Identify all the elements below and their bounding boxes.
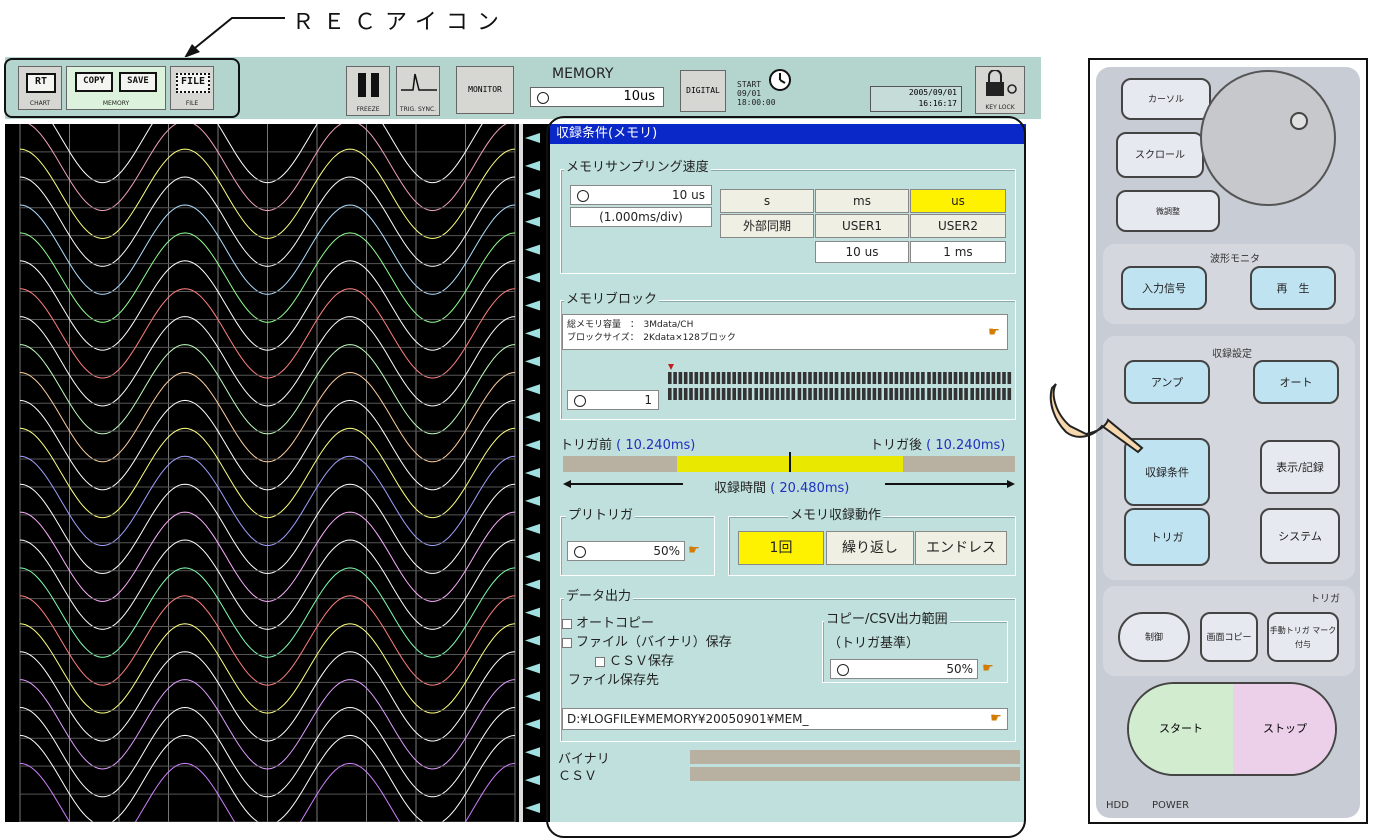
- freeze-button[interactable]: FREEZE: [346, 66, 390, 116]
- start-button[interactable]: スタート: [1129, 684, 1233, 774]
- channel-marker[interactable]: [525, 747, 540, 758]
- jog-dial[interactable]: [1200, 70, 1336, 206]
- trigger-button[interactable]: トリガ: [1124, 508, 1210, 566]
- scroll-button[interactable]: スクロール: [1116, 132, 1204, 178]
- channel-marker[interactable]: [525, 300, 540, 311]
- channel-marker[interactable]: [525, 328, 540, 339]
- freeze-caption: FREEZE: [356, 106, 380, 113]
- key-lock-button[interactable]: KEY LOCK: [975, 66, 1025, 114]
- start-time: 18:00:00: [737, 98, 776, 107]
- manual-trigger-button[interactable]: 手動トリガ マーク付与: [1267, 612, 1339, 662]
- callout-arrow-icon: [184, 17, 285, 58]
- channel-marker[interactable]: [525, 803, 540, 814]
- keylock-caption: KEY LOCK: [985, 104, 1015, 111]
- channel-marker[interactable]: [525, 160, 540, 171]
- channel-scale-bar: [519, 124, 523, 822]
- channel-marker[interactable]: [525, 412, 540, 423]
- channel-marker[interactable]: [525, 719, 540, 730]
- rec-icon-callout: ＲＥＣアイコン: [292, 10, 508, 35]
- system-button[interactable]: システム: [1260, 508, 1340, 564]
- memory-title: MEMORY: [552, 66, 614, 82]
- pause-icon: [358, 73, 366, 97]
- dial-icon: [537, 92, 549, 104]
- channel-marker[interactable]: [525, 356, 540, 367]
- auto-button[interactable]: オート: [1253, 360, 1339, 404]
- trig-sync-button[interactable]: TRIG. SYNC.: [396, 66, 440, 116]
- trig-caption: TRIG. SYNC.: [399, 106, 437, 113]
- fine-adjust-button[interactable]: 微調整: [1116, 190, 1220, 232]
- cursor-button[interactable]: カーソル: [1121, 78, 1211, 120]
- timer-clock-icon[interactable]: [767, 66, 793, 92]
- channel-marker[interactable]: [525, 579, 540, 590]
- stop-button[interactable]: ストップ: [1233, 684, 1335, 774]
- monitor-section-label: 波形モニタ: [1210, 254, 1260, 265]
- channel-marker[interactable]: [525, 132, 540, 143]
- hdd-indicator: HDD: [1106, 800, 1129, 811]
- pause-icon-bar: [371, 73, 379, 97]
- channel-marker[interactable]: [525, 272, 540, 283]
- trigger-section-label: トリガ: [1310, 594, 1340, 605]
- trigger-wave-icon: [401, 73, 437, 91]
- channel-marker[interactable]: [525, 384, 540, 395]
- channel-marker[interactable]: [525, 551, 540, 562]
- dial-knob-icon: [1290, 112, 1308, 130]
- memory-rate-value: 10us: [623, 89, 655, 104]
- waveform-plot: [19, 124, 540, 822]
- control-button[interactable]: 制御: [1118, 612, 1190, 662]
- playback-button[interactable]: 再 生: [1250, 266, 1336, 310]
- channel-marker[interactable]: [525, 775, 540, 786]
- channel-marker[interactable]: [525, 188, 540, 199]
- digital-button[interactable]: DIGITAL: [680, 70, 726, 112]
- channel-marker[interactable]: [525, 635, 540, 646]
- start-stop-button: スタート ストップ: [1127, 682, 1337, 776]
- channel-marker[interactable]: [525, 468, 540, 478]
- channel-marker[interactable]: [525, 523, 540, 534]
- channel-marker[interactable]: [525, 495, 540, 506]
- display-record-button[interactable]: 表示/記録: [1260, 440, 1340, 494]
- channel-marker[interactable]: [525, 216, 540, 227]
- memory-rate-field[interactable]: 10us: [530, 87, 664, 107]
- screen-copy-button[interactable]: 画面コピー: [1200, 612, 1258, 662]
- settings-highlight-outline: [546, 116, 1026, 838]
- pointing-hand-icon: [1049, 383, 1144, 454]
- clock-time: 16:16:17: [918, 99, 957, 108]
- waveform-display[interactable]: [5, 124, 550, 822]
- key-lock-icon: [986, 70, 1017, 96]
- channel-marker[interactable]: [525, 244, 540, 255]
- clock-date: 2005/09/01: [908, 88, 957, 97]
- clock-display: 2005/09/01 16:16:17: [870, 86, 962, 112]
- channel-marker[interactable]: [525, 607, 540, 618]
- channel-marker[interactable]: [525, 663, 540, 674]
- input-signal-button[interactable]: 入力信号: [1121, 266, 1207, 310]
- rec-icon-group-outline: [4, 58, 240, 118]
- channel-marker[interactable]: [525, 440, 540, 451]
- channel-marker[interactable]: [525, 691, 540, 702]
- monitor-button[interactable]: MONITOR: [456, 66, 514, 114]
- record-section-label: 収録設定: [1212, 349, 1252, 360]
- power-indicator: POWER: [1152, 800, 1190, 811]
